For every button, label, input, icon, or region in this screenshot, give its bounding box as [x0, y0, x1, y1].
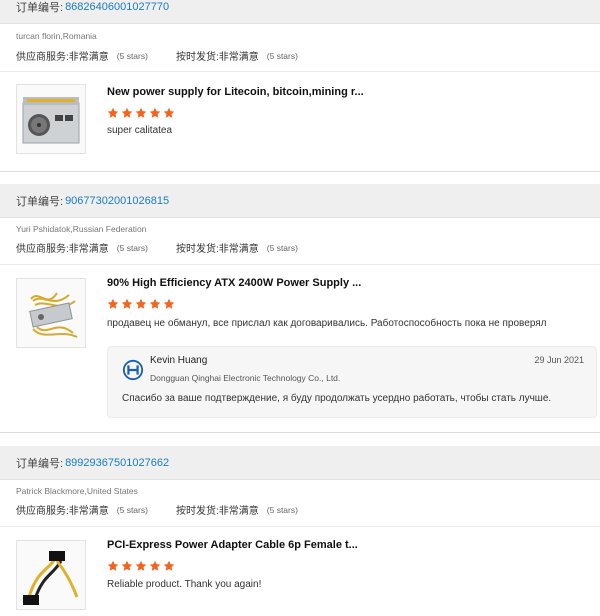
product-thumbnail[interactable]: [16, 278, 86, 348]
star-icon: [149, 107, 161, 118]
delivery-rating: 按时发货: 非常满意 (5 stars): [176, 502, 298, 518]
star-icon: [163, 298, 175, 309]
star-icon: [107, 107, 119, 118]
delivery-rating: 按时发货: 非常满意 (5 stars): [176, 240, 298, 256]
company-logo-icon: [122, 359, 144, 381]
product-thumbnail[interactable]: [16, 84, 86, 154]
review-rating: [107, 107, 175, 119]
order-number-link[interactable]: 89929367501027662: [65, 457, 169, 469]
delivery-stars: (5 stars): [266, 504, 298, 515]
seller-ratings: 供应商服务: 非常满意 (5 stars) 按时发货: 非常满意 (5 star…: [16, 48, 298, 64]
supplier-service-stars: (5 stars): [116, 50, 148, 61]
seller-reply: Kevin Huang Dongguan Qinghai Electronic …: [107, 346, 597, 418]
review-text: Reliable product. Thank you again!: [107, 579, 262, 590]
star-icon: [163, 560, 175, 571]
review-text: super calitatea: [107, 125, 173, 136]
adapter-cable-image: [23, 551, 79, 605]
supplier-service-stars: (5 stars): [116, 242, 148, 253]
reply-date: 29 Jun 2021: [534, 355, 584, 365]
order-number-link[interactable]: 90677302001026815: [65, 195, 169, 207]
star-icon: [121, 298, 133, 309]
star-icon: [135, 107, 147, 118]
star-icon: [121, 107, 133, 118]
review-rating: [107, 298, 175, 310]
delivery-stars: (5 stars): [266, 242, 298, 253]
seller-ratings: 供应商服务: 非常满意 (5 stars) 按时发货: 非常满意 (5 star…: [16, 502, 298, 518]
supplier-service-value: 非常满意: [68, 506, 109, 517]
seller-ratings: 供应商服务: 非常满意 (5 stars) 按时发货: 非常满意 (5 star…: [16, 240, 298, 256]
star-icon: [149, 560, 161, 571]
order-number-link[interactable]: 86826406001027770: [65, 1, 169, 13]
supplier-service-value: 非常满意: [68, 52, 109, 63]
star-icon: [121, 560, 133, 571]
delivery-rating: 按时发货: 非常满意 (5 stars): [176, 48, 298, 64]
star-icon: [135, 560, 147, 571]
star-icon: [163, 107, 175, 118]
order-number-label: 订单编号:: [16, 1, 64, 14]
product-title-link[interactable]: New power supply for Litecoin, bitcoin,m…: [107, 86, 364, 98]
star-icon: [107, 560, 119, 571]
buyer-name: turcan florin,Romania: [16, 31, 97, 41]
psu-with-cables-image: [29, 292, 78, 338]
star-icon: [107, 298, 119, 309]
delivery-stars: (5 stars): [266, 50, 298, 61]
order-header: 订单编号: 90677302001026815: [0, 184, 600, 218]
buyer-name: Patrick Blackmore,United States: [16, 486, 138, 496]
delivery-label: 按时发货:: [176, 506, 219, 517]
order-card: 订单编号: 89929367501027662 Patrick Blackmor…: [0, 446, 600, 616]
supplier-service-stars: (5 stars): [116, 504, 148, 515]
supplier-service-label: 供应商服务:: [16, 244, 69, 255]
buyer-name: Yuri Pshidatok,Russian Federation: [16, 224, 147, 234]
power-supply-unit-image: [22, 97, 80, 144]
reply-author: Kevin Huang: [150, 355, 208, 366]
review-text: продавец не обманул, все прислал как дог…: [107, 318, 547, 329]
divider: [0, 526, 600, 527]
order-header: 订单编号: 89929367501027662: [0, 446, 600, 480]
review-rating: [107, 560, 175, 572]
divider: [0, 71, 600, 72]
order-card: 订单编号: 90677302001026815 Yuri Pshidatok,R…: [0, 184, 600, 433]
divider: [0, 264, 600, 265]
reply-company: Dongguan Qinghai Electronic Technology C…: [150, 373, 341, 383]
reply-text: Спасибо за ваше подтверждение, я буду пр…: [122, 393, 552, 404]
star-icon: [135, 298, 147, 309]
supplier-service-label: 供应商服务:: [16, 52, 69, 63]
supplier-service-label: 供应商服务:: [16, 506, 69, 517]
delivery-value: 非常满意: [218, 506, 259, 517]
order-card: 订单编号: 86826406001027770 turcan florin,Ro…: [0, 0, 600, 172]
order-number-label: 订单编号:: [16, 195, 64, 208]
order-number-label: 订单编号:: [16, 457, 64, 470]
order-header: 订单编号: 86826406001027770: [0, 0, 600, 24]
supplier-service-rating: 供应商服务: 非常满意 (5 stars): [16, 502, 148, 518]
delivery-value: 非常满意: [218, 244, 259, 255]
delivery-label: 按时发货:: [176, 52, 219, 63]
supplier-service-value: 非常满意: [68, 244, 109, 255]
star-icon: [149, 298, 161, 309]
product-title-link[interactable]: 90% High Efficiency ATX 2400W Power Supp…: [107, 277, 361, 289]
delivery-value: 非常满意: [218, 52, 259, 63]
supplier-service-rating: 供应商服务: 非常满意 (5 stars): [16, 240, 148, 256]
supplier-service-rating: 供应商服务: 非常满意 (5 stars): [16, 48, 148, 64]
product-title-link[interactable]: PCI-Express Power Adapter Cable 6p Femal…: [107, 539, 358, 551]
delivery-label: 按时发货:: [176, 244, 219, 255]
